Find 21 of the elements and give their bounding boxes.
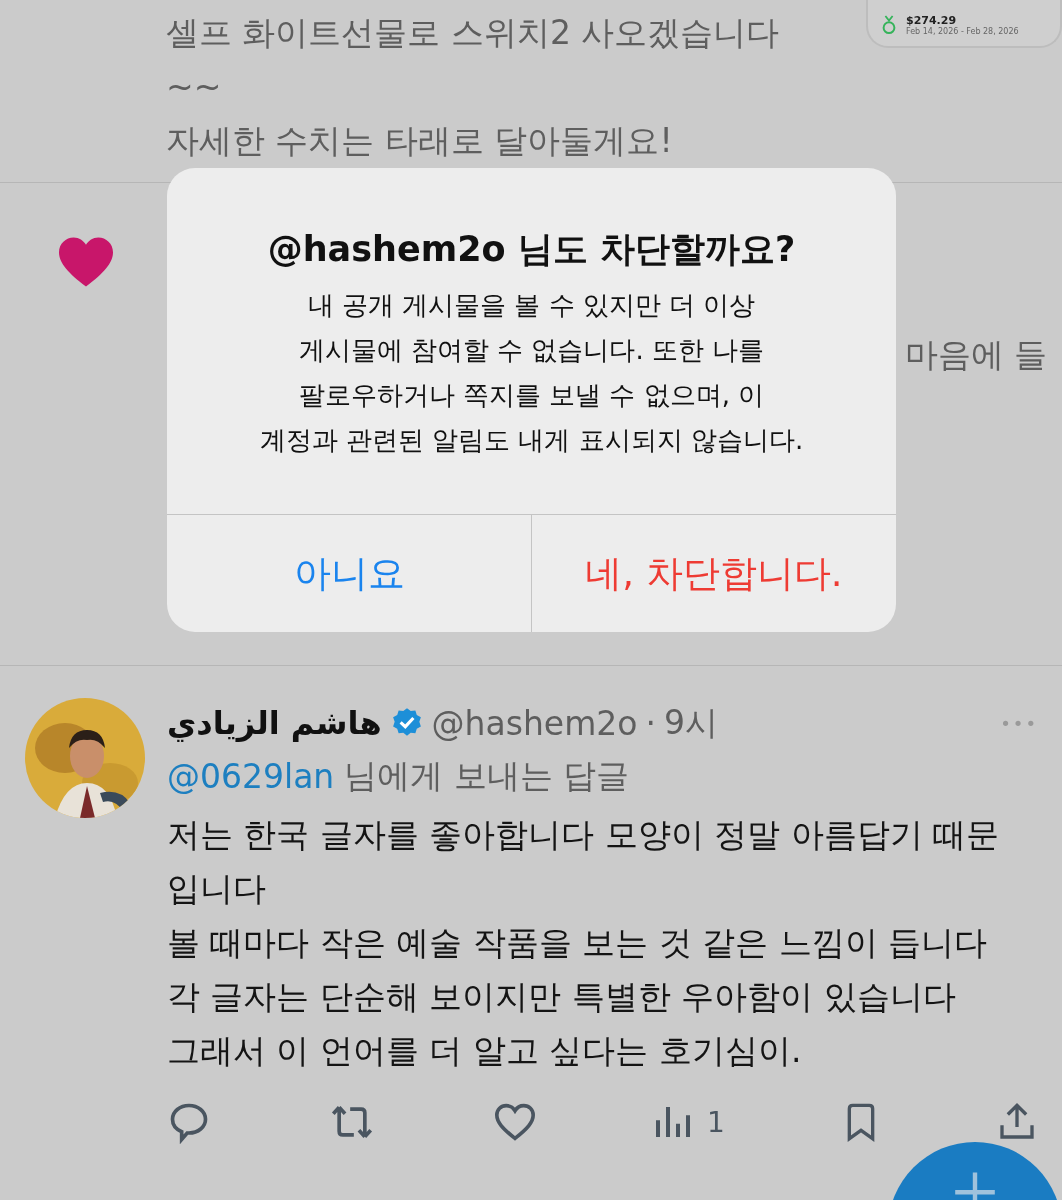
post-text: 저는 한국 글자를 좋아합니다 모양이 정말 아름답기 때문입니다 볼 때마다 작은 예술 작품을 보는 것 같은 느낌이 듭니다 각 글자는 단순해 보이지만 특별한 우아함이 있습니다 그래서 이 언어를 더 알고 싶다는 호기심이. xyxy=(167,814,1001,1072)
view-count: 1 xyxy=(707,1105,725,1139)
heart-icon[interactable] xyxy=(493,1102,538,1142)
dialog-message: 내 공개 게시물을 볼 수 있지만 더 이상 게시물에 참여할 수 없습니다. 또한 나를 팔로우하거나 쪽지를 보낼 수 없으며, 이 계정과 관련된 알림도 내게 표시되지 않습니다. xyxy=(259,289,804,457)
post-text: 마음에 들 xyxy=(905,334,1048,376)
post-text: 셀프 화이트선물로 스위치2 사오겠습니다 xyxy=(166,12,780,54)
more-button[interactable]: ••• xyxy=(1000,712,1038,734)
display-name[interactable]: هاشم الزيادي xyxy=(167,704,382,742)
replying-to-text: 님에게 보내는 답글 xyxy=(344,754,630,797)
ring-icon xyxy=(880,14,898,36)
amount: $274.29 xyxy=(906,14,958,27)
date-range: Feb 14, 2026 - Feb 28, 2026 xyxy=(906,27,1019,36)
confirm-block-button[interactable]: 네, 차단합니다. xyxy=(531,515,896,632)
mention-link[interactable]: @0629lan xyxy=(167,756,335,796)
separator: · xyxy=(645,703,656,743)
post-text: 자세한 수치는 타래로 달아둘게요! xyxy=(166,120,673,162)
handle[interactable]: @hashem2o xyxy=(431,703,638,743)
post-text: ~~ xyxy=(166,66,222,108)
cancel-button[interactable]: 아니요 xyxy=(167,515,531,632)
timestamp: 9시 xyxy=(663,701,718,744)
dialog-title: @hashem2o 님도 차단할까요? xyxy=(267,228,796,271)
